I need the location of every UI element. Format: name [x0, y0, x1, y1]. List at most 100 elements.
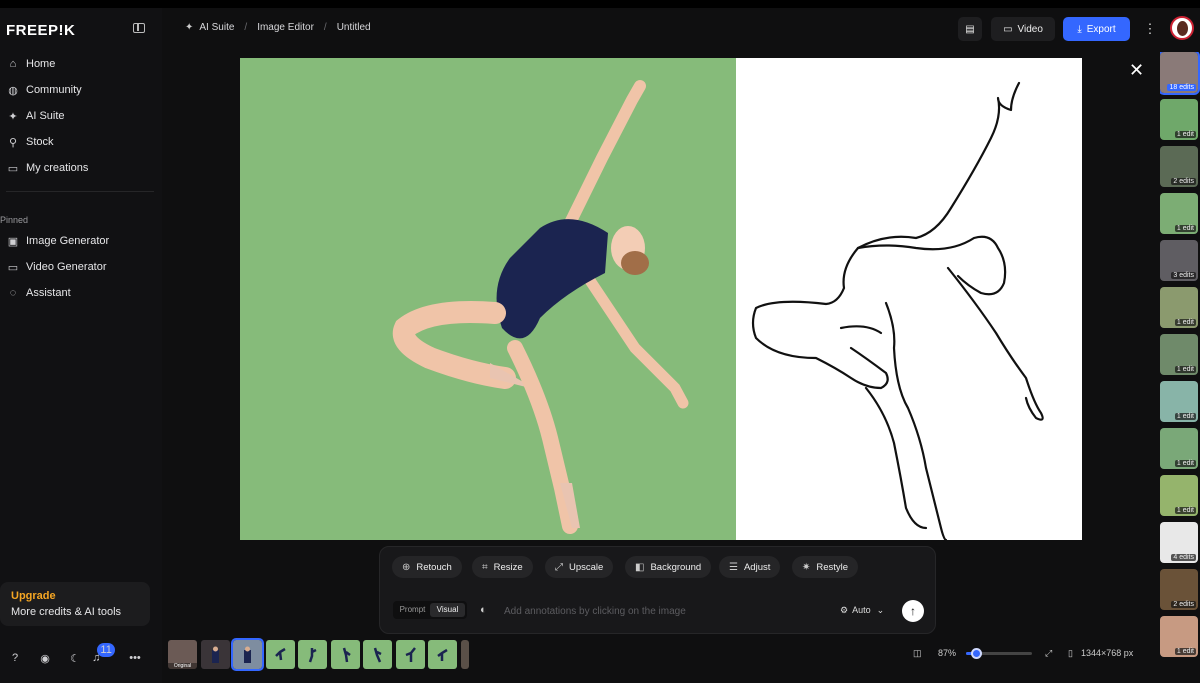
- image-canvas[interactable]: [240, 58, 1082, 542]
- collapse-sidebar-icon[interactable]: [133, 23, 145, 33]
- history-item[interactable]: 18 edits: [1160, 52, 1200, 95]
- bell-icon[interactable]: ♫11: [90, 643, 120, 664]
- upscale-icon: ⤢: [555, 561, 563, 573]
- history-item[interactable]: 1 edit: [1160, 475, 1198, 516]
- upgrade-card[interactable]: Upgrade More credits & AI tools: [0, 582, 150, 626]
- thumb-original[interactable]: Original: [168, 640, 197, 669]
- restyle-icon: ✷: [802, 561, 811, 573]
- filmstrip-thumb[interactable]: [428, 640, 457, 669]
- filmstrip-thumb[interactable]: [200, 640, 230, 669]
- history-item[interactable]: 1 edit: [1160, 428, 1198, 469]
- arrow-up-icon: ↑: [910, 604, 916, 618]
- image-icon: ▣: [7, 235, 19, 248]
- resize-button[interactable]: ⌗ Resize: [472, 556, 533, 578]
- upgrade-title: Upgrade: [11, 590, 56, 602]
- history-edit-count: 2 edits: [1171, 178, 1196, 185]
- freepik-logo[interactable]: FREEP!K: [6, 22, 75, 39]
- sliders-icon: ☰: [729, 561, 738, 573]
- upscale-button[interactable]: ⤢ Upscale: [545, 556, 614, 578]
- avatar[interactable]: [1170, 16, 1194, 40]
- history-edit-count: 3 edits: [1171, 272, 1196, 279]
- retouch-button[interactable]: ⊕ Retouch: [392, 556, 462, 578]
- figure-icon: [211, 646, 219, 663]
- filmstrip-thumb[interactable]: [363, 640, 392, 669]
- sidebar-item-image-generator[interactable]: ▣ Image Generator: [0, 230, 150, 252]
- close-icon[interactable]: ✕: [1129, 60, 1144, 81]
- model-selector[interactable]: ⚙ Auto ⌄: [840, 605, 884, 616]
- model-label: Auto: [852, 605, 871, 615]
- history-edit-count: 1 edit: [1174, 648, 1196, 655]
- prompt-mode-toggle[interactable]: Prompt Visual: [393, 601, 467, 619]
- sidebar-item-ai-suite[interactable]: ✦ AI Suite: [0, 105, 150, 127]
- filmstrip-thumb[interactable]: [298, 640, 327, 669]
- history-item[interactable]: 2 edits: [1160, 569, 1198, 610]
- breadcrumb-ai-suite[interactable]: AI Suite: [199, 22, 234, 33]
- filmstrip: Original: [168, 638, 472, 671]
- annotation-icon[interactable]: ◐: [480, 604, 487, 616]
- filmstrip-thumb[interactable]: [395, 640, 425, 669]
- history-item[interactable]: 4 edits: [1160, 522, 1198, 563]
- sidebar-item-my-creations[interactable]: ▭ My creations: [0, 157, 150, 179]
- breadcrumb-untitled[interactable]: Untitled: [337, 22, 371, 33]
- folder-button[interactable]: ▤: [958, 17, 982, 41]
- help-icon[interactable]: ?: [0, 652, 30, 664]
- breadcrumb-image-editor[interactable]: Image Editor: [257, 22, 314, 33]
- sidebar-item-assistant[interactable]: ◌ Assistant: [0, 282, 150, 304]
- video-icon: ▭: [1003, 23, 1013, 35]
- history-item[interactable]: 1 edit: [1160, 334, 1198, 375]
- history-item[interactable]: 1 edit: [1160, 193, 1198, 234]
- zoom-slider[interactable]: [966, 648, 1032, 659]
- line-art-image[interactable]: [736, 58, 1082, 542]
- history-edit-count: 2 edits: [1171, 601, 1196, 608]
- retouch-icon: ⊕: [402, 561, 411, 573]
- zoom-slider-knob[interactable]: [970, 648, 982, 659]
- prompt-input[interactable]: [504, 602, 814, 620]
- sidebar-item-label: Home: [26, 58, 56, 70]
- split-view-icon[interactable]: ◫: [913, 648, 922, 659]
- sidebar: FREEP!K ⌂ Home ◍ Community ✦ AI Suite ⚲ …: [0, 8, 162, 683]
- sidebar-item-community[interactable]: ◍ Community: [0, 79, 150, 101]
- sidebar-item-stock[interactable]: ⚲ Stock: [0, 131, 150, 153]
- history-item[interactable]: 2 edits: [1160, 146, 1198, 187]
- fullscreen-icon[interactable]: ⤢: [1045, 648, 1052, 659]
- history-item[interactable]: 1 edit: [1160, 99, 1198, 140]
- mode-visual[interactable]: Visual: [430, 603, 465, 617]
- filmstrip-thumb[interactable]: [265, 640, 295, 669]
- sidebar-item-label: AI Suite: [26, 110, 65, 122]
- mode-prompt[interactable]: Prompt: [395, 603, 430, 617]
- filmstrip-thumb[interactable]: [330, 640, 360, 669]
- video-button-label: Video: [1017, 23, 1043, 35]
- crop-icon: ⌗: [482, 561, 488, 573]
- history-item[interactable]: 1 edit: [1160, 381, 1198, 422]
- breadcrumb-separator: /: [323, 22, 327, 33]
- more-options-icon[interactable]: ⋮: [1144, 17, 1157, 41]
- dancer-icon: [308, 648, 317, 663]
- discord-icon[interactable]: ◉: [30, 652, 60, 665]
- history-edit-count: 1 edit: [1174, 319, 1196, 326]
- sidebar-item-home[interactable]: ⌂ Home: [0, 53, 150, 75]
- upscale-label: Upscale: [569, 561, 604, 573]
- video-button[interactable]: ▭ Video: [991, 17, 1055, 41]
- send-button[interactable]: ↑: [902, 600, 924, 622]
- filmstrip-thumb-selected[interactable]: [231, 638, 264, 671]
- background-button[interactable]: ◧ Background: [625, 556, 712, 578]
- restyle-button[interactable]: ✷ Restyle: [792, 556, 859, 578]
- folder-icon: ▤: [965, 23, 975, 35]
- more-icon[interactable]: •••: [120, 652, 150, 664]
- filmstrip-thumb[interactable]: [460, 640, 469, 669]
- history-edit-count: 1 edit: [1174, 460, 1196, 467]
- history-edit-count: 1 edit: [1174, 225, 1196, 232]
- resize-label: Resize: [493, 561, 523, 573]
- adjust-label: Adjust: [743, 561, 771, 573]
- history-item[interactable]: 1 edit: [1160, 287, 1198, 328]
- adjust-button[interactable]: ☰ Adjust: [719, 556, 781, 578]
- zoom-level: 87%: [938, 648, 957, 658]
- export-button[interactable]: ⤓ Export: [1063, 17, 1130, 41]
- dancer-photo[interactable]: [240, 58, 736, 540]
- sidebar-item-video-generator[interactable]: ▭ Video Generator: [0, 256, 150, 278]
- history-item[interactable]: 1 edit: [1160, 616, 1198, 657]
- sidebar-item-label: Assistant: [26, 287, 71, 299]
- history-item[interactable]: 3 edits: [1160, 240, 1198, 281]
- dancer-icon: [437, 648, 448, 661]
- moon-icon[interactable]: ☾: [60, 652, 90, 665]
